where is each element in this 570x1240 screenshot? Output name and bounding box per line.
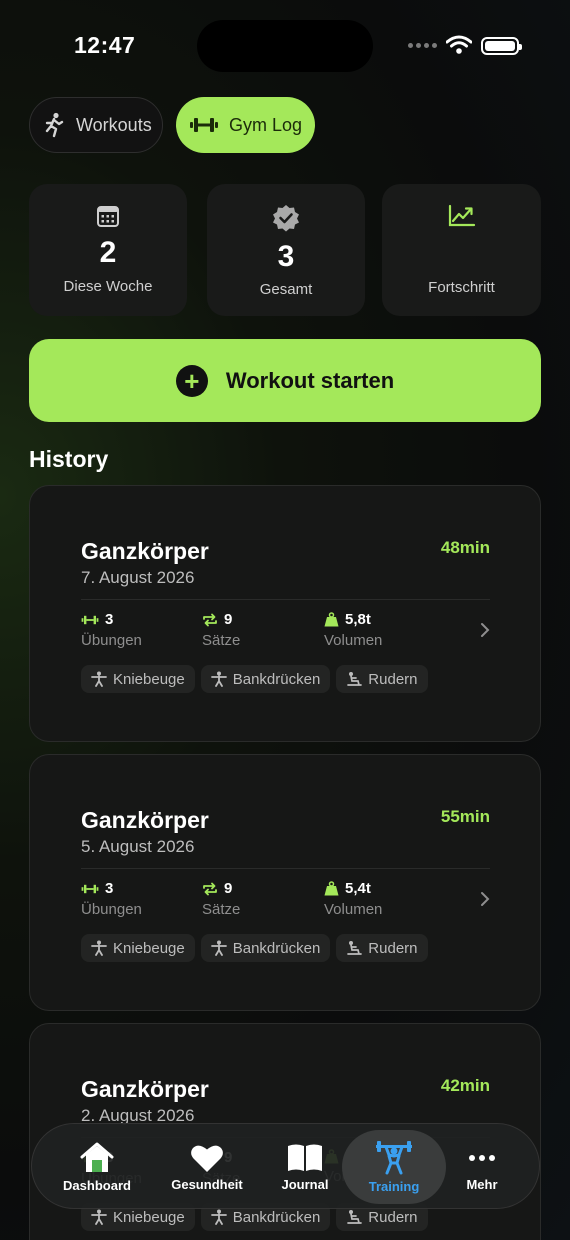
dynamic-island [197,20,373,72]
tab-health[interactable]: Gesundheit [155,1124,259,1210]
squat-icon [91,1209,107,1225]
tab-journal-label: Journal [281,1176,329,1192]
metric-exercises-value: 3 [105,611,114,628]
tab-more-label: Mehr [466,1176,498,1192]
stat-card-progress[interactable]: Fortschritt [382,184,541,316]
workout-name: Ganzkörper [81,807,209,833]
status-time: 12:47 [74,32,136,58]
weight-icon [324,881,339,896]
segment-gym-log-label: Gym Log [229,114,303,135]
tab-bar: Dashboard Gesundheit Journal Training Me… [31,1123,540,1209]
trend-chart-icon [448,204,475,227]
start-workout-button[interactable]: + Workout starten [29,339,541,422]
rowing-icon [347,672,363,686]
tab-dashboard-label: Dashboard [63,1177,131,1193]
workout-duration: 42min [440,1076,490,1095]
metric-volume-value: 5,8t [345,611,371,628]
chevron-right-icon[interactable] [480,891,490,907]
dumbbell-icon [190,118,218,132]
rowing-icon [347,941,363,955]
metric-volume-label: Volumen [324,901,383,918]
heart-icon [191,1145,223,1172]
stat-progress-label: Fortschritt [428,279,495,296]
status-bar: 12:47 [0,0,570,90]
workout-duration: 48min [440,538,490,557]
dumbbell-icon [81,615,99,624]
workout-duration: 55min [440,807,490,826]
house-icon [80,1142,114,1172]
metric-sets-value: 9 [224,880,233,897]
stat-total-label: Gesamt [259,281,313,298]
metric-volume-value: 5,4t [345,880,371,897]
rowing-icon [347,1210,363,1224]
repeat-icon [203,882,217,895]
metric-exercises: 3 Übungen [81,880,142,918]
running-icon [45,112,64,138]
metric-exercises: 3 Übungen [81,611,142,649]
tag-bench-press: Bankdrücken [200,665,331,693]
stat-this-week-value: 2 [99,236,117,269]
plus-icon: + [175,364,208,397]
chevron-right-icon[interactable] [480,622,490,638]
verified-badge-icon [273,205,299,232]
workout-name: Ganzkörper [81,538,209,564]
segment-workouts[interactable]: Workouts [29,97,163,153]
stat-this-week-label: Diese Woche [63,278,153,295]
bench-press-icon [210,940,227,956]
tab-journal[interactable]: Journal [263,1124,347,1210]
bench-press-icon [210,1209,227,1225]
stat-card-total[interactable]: 3 Gesamt [207,184,365,316]
tag-squat: Kniebeuge [81,665,195,693]
tab-training-label: Training [368,1178,420,1194]
exercise-tags: Kniebeuge Bankdrücken Rudern [81,665,428,693]
metric-exercises-value: 3 [105,880,114,897]
metric-volume: 5,4t Volumen [324,880,382,918]
metric-exercises-label: Übungen [81,901,142,918]
metric-sets-label: Sätze [202,632,241,649]
tab-dashboard[interactable]: Dashboard [50,1124,144,1210]
metric-volume: 5,8t Volumen [324,611,382,649]
tab-health-label: Gesundheit [171,1176,243,1192]
metric-exercises-label: Übungen [81,632,142,649]
squat-icon [91,671,107,687]
tag-rowing: Rudern [336,665,428,693]
weight-icon [324,612,339,627]
ellipsis-icon [469,1143,495,1173]
workout-card[interactable]: Ganzkörper 7. August 2026 48min 3 Übunge… [29,485,541,742]
battery-icon [481,37,522,55]
tag-squat: Kniebeuge [81,934,195,962]
history-title: History [29,446,109,472]
segment-gym-log[interactable]: Gym Log [176,97,315,153]
wifi-icon [446,35,472,54]
weightlifter-icon [376,1140,412,1174]
bench-press-icon [210,671,227,687]
divider [81,599,490,600]
metric-sets: 9 Sätze [202,880,240,918]
divider [81,868,490,869]
dumbbell-icon [81,884,99,893]
stat-card-this-week[interactable]: 2 Diese Woche [29,184,187,316]
exercise-tags: Kniebeuge Bankdrücken Rudern [81,934,428,962]
start-workout-label: Workout starten [225,367,395,393]
repeat-icon [203,613,217,626]
workout-name: Ganzkörper [81,1076,209,1102]
tab-training[interactable]: Training [342,1130,446,1204]
tab-more[interactable]: Mehr [442,1124,522,1210]
workout-card[interactable]: Ganzkörper 5. August 2026 55min 3 Übunge… [29,754,541,1011]
squat-icon [91,940,107,956]
segment-workouts-label: Workouts [76,114,152,135]
workout-date: 5. August 2026 [81,837,195,856]
stat-total-value: 3 [277,240,295,273]
tag-rowing: Rudern [336,934,428,962]
metric-sets-label: Sätze [202,901,241,918]
metric-volume-label: Volumen [324,632,383,649]
calendar-icon [97,206,119,227]
metric-sets-value: 9 [224,611,233,628]
metric-sets: 9 Sätze [202,611,240,649]
workout-date: 7. August 2026 [81,568,195,587]
signal-icon [408,43,437,48]
tag-bench-press: Bankdrücken [200,934,331,962]
book-icon [288,1144,322,1171]
